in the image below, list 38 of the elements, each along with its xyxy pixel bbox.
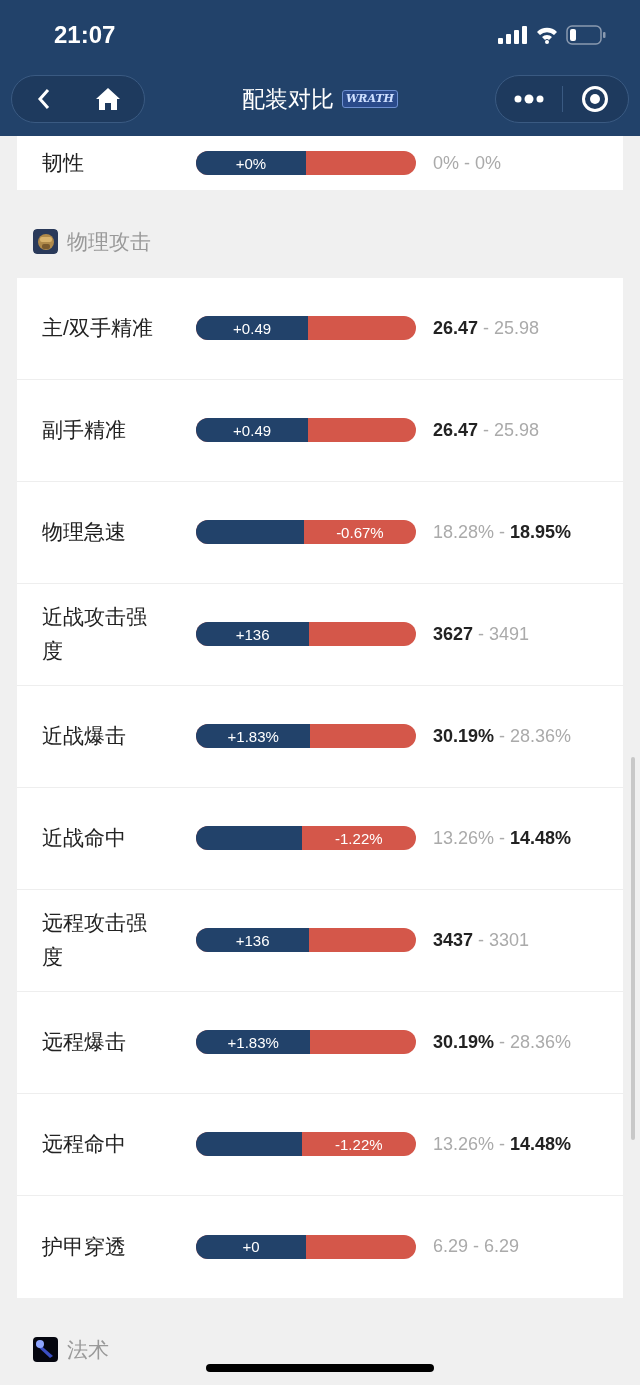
section-title: 物理攻击 <box>67 229 151 255</box>
difference-value: +0.49 <box>233 320 272 336</box>
stat-label: 副手精准 <box>42 417 127 443</box>
difference-value: -0.67% <box>336 524 384 540</box>
value-comparison: 30.19% - 28.36% <box>433 1030 572 1054</box>
stat-label: 远程攻击强度 <box>42 910 148 970</box>
difference-value: +0.49 <box>233 422 272 438</box>
clock: 21:07 <box>54 20 116 50</box>
stat-label: 韧性 <box>42 150 85 176</box>
difference-value: +136 <box>235 626 270 642</box>
value-comparison: 13.26% - 14.48% <box>433 1132 572 1156</box>
value-comparison: 30.19% - 28.36% <box>433 724 572 748</box>
stat-label: 护甲穿透 <box>42 1233 127 1260</box>
value-comparison: 26.47 - 25.98 <box>433 316 540 340</box>
stat-label: 远程爆击 <box>42 1029 127 1055</box>
stat-label: 近战爆击 <box>42 723 127 749</box>
stat-label: 近战命中 <box>42 825 127 851</box>
section-title: 法术 <box>67 1336 109 1363</box>
difference-value: +0 <box>242 1239 260 1254</box>
difference-value: +136 <box>235 932 270 948</box>
stat-label: 远程命中 <box>42 1131 127 1157</box>
page-title: 配装对比 <box>242 84 334 114</box>
value-comparison: 26.47 - 25.98 <box>433 418 540 442</box>
value-comparison: 13.26% - 14.48% <box>433 826 572 850</box>
logo: WRATH <box>342 89 398 109</box>
stat-label: 物理急速 <box>42 519 127 545</box>
stat-label: 近战攻击强度 <box>42 604 148 664</box>
value-comparison: 6.29 - 6.29 <box>433 1235 520 1258</box>
difference-value: -1.22% <box>335 830 383 846</box>
difference-value: +0% <box>235 155 267 171</box>
value-comparison: 3627 - 3491 <box>433 622 530 646</box>
difference-value: +1.83% <box>227 1034 279 1050</box>
difference-value: +1.83% <box>227 728 279 744</box>
value-comparison: 0% - 0% <box>433 151 502 175</box>
value-comparison: 3437 - 3301 <box>433 928 530 952</box>
difference-value: -1.22% <box>335 1136 383 1152</box>
value-comparison: 18.28% - 18.95% <box>433 520 572 544</box>
stat-label: 主/双手精准 <box>42 315 154 341</box>
